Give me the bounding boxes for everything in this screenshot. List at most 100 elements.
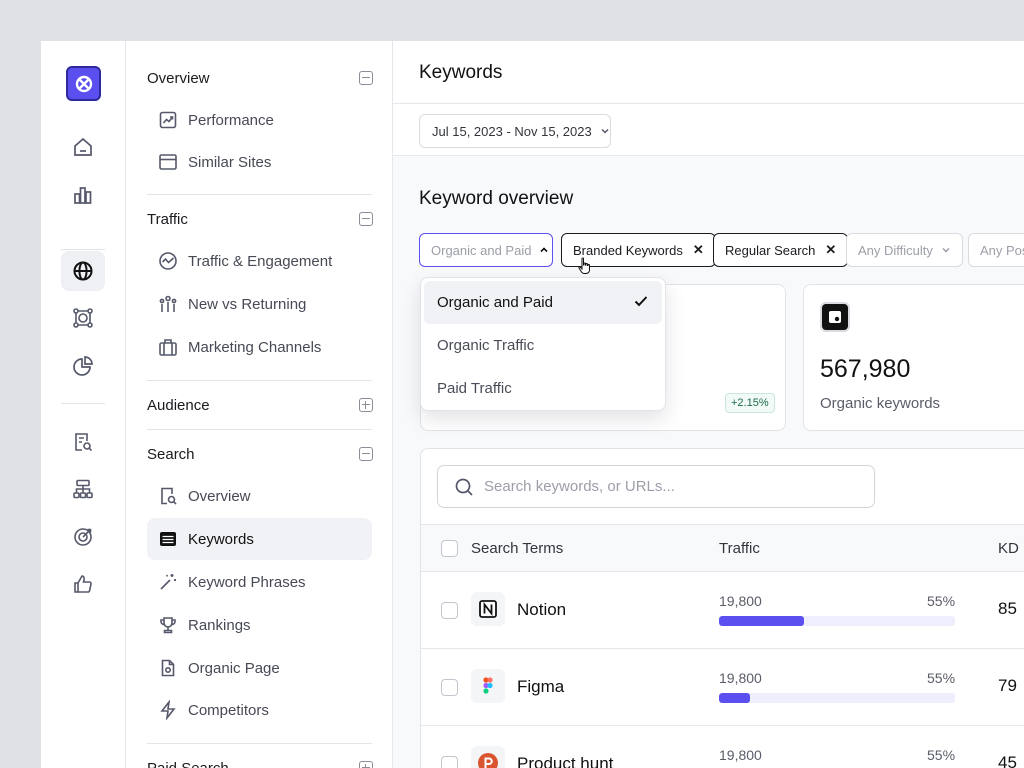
collapse-icon[interactable] xyxy=(359,447,373,461)
select-value: Any Difficulty xyxy=(858,242,933,258)
option-label: Paid Traffic xyxy=(437,380,512,397)
sidebar-item-label: Traffic & Engagement xyxy=(188,252,333,270)
section-header-search[interactable]: Search xyxy=(147,443,373,465)
trophy-icon xyxy=(158,615,178,635)
section-header-audience[interactable]: Audience xyxy=(147,394,373,416)
kd-value: 79 xyxy=(998,676,1017,695)
sidebar-item-marketing-channels[interactable]: Marketing Channels xyxy=(147,326,372,368)
report-search-icon[interactable] xyxy=(61,422,105,462)
traffic-type-dropdown: Organic and Paid Organic Traffic Paid Tr… xyxy=(420,277,666,411)
search-input[interactable]: Search keywords, or URLs... xyxy=(437,465,875,508)
sidebar-item-competitors[interactable]: Competitors xyxy=(147,689,372,731)
traffic-type-select[interactable]: Organic and Paid xyxy=(419,233,553,267)
kd-value: 85 xyxy=(998,599,1017,618)
sidebar-item-label: Marketing Channels xyxy=(188,338,322,356)
filter-chip-search-type[interactable]: Regular Search ✕ xyxy=(713,233,849,267)
brand-logo-icon[interactable] xyxy=(66,66,101,101)
keyword-name[interactable]: Notion xyxy=(517,600,566,620)
collapse-icon[interactable] xyxy=(359,71,373,85)
sidebar-item-label: Similar Sites xyxy=(188,153,272,171)
row-checkbox[interactable] xyxy=(441,756,458,768)
table-row[interactable]: Figma 19,800 55% 79 xyxy=(421,649,1024,726)
sitemap-icon[interactable] xyxy=(61,469,105,509)
traffic-bar xyxy=(719,693,955,703)
icon-rail xyxy=(41,41,126,768)
activity-icon xyxy=(158,251,178,271)
table-header: Search Terms Traffic KD xyxy=(421,524,1024,572)
expand-icon[interactable] xyxy=(359,398,373,412)
close-icon[interactable]: ✕ xyxy=(693,242,704,258)
section-title: Traffic xyxy=(147,210,188,228)
table-row[interactable]: Product hunt 19,800 55% 45 xyxy=(421,726,1024,768)
column-header-kd[interactable]: KD xyxy=(998,540,1019,557)
table-row[interactable]: Notion 19,800 55% 85 xyxy=(421,572,1024,649)
sidebar-item-label: Overview xyxy=(188,487,251,505)
search-icon xyxy=(454,477,474,497)
thumbs-up-icon[interactable] xyxy=(61,564,105,604)
sidebar-item-keywords[interactable]: Keywords xyxy=(147,518,372,560)
file-icon xyxy=(158,658,178,678)
sidebar-item-new-vs-returning[interactable]: New vs Returning xyxy=(147,283,372,325)
expand-icon[interactable] xyxy=(359,761,373,768)
column-header-traffic[interactable]: Traffic xyxy=(719,540,760,557)
sidebar-item-similar-sites[interactable]: Similar Sites xyxy=(147,141,372,183)
traffic-value: 19,800 xyxy=(719,670,762,686)
close-icon[interactable]: ✕ xyxy=(825,242,836,258)
sidebar-item-performance[interactable]: Performance xyxy=(147,99,372,141)
sidebar-item-rankings[interactable]: Rankings xyxy=(147,604,372,646)
pie-chart-icon[interactable] xyxy=(61,346,105,386)
section-title: Overview xyxy=(147,69,210,87)
users-icon xyxy=(158,294,178,314)
sidebar-item-label: New vs Returning xyxy=(188,295,307,313)
row-checkbox[interactable] xyxy=(441,679,458,696)
section-header-paid-search[interactable]: Paid Search xyxy=(147,757,373,768)
magic-wand-icon xyxy=(158,572,178,592)
change-badge: +2.15% xyxy=(725,393,775,413)
sidebar-item-label: Keywords xyxy=(188,530,254,548)
sidebar-item-traffic-engagement[interactable]: Traffic & Engagement xyxy=(147,240,372,282)
chevron-down-icon xyxy=(600,124,610,139)
select-all-checkbox[interactable] xyxy=(441,540,458,557)
bar-chart-icon[interactable] xyxy=(61,175,105,215)
page-header: Keywords xyxy=(393,41,1024,104)
rail-divider xyxy=(61,403,105,404)
sidebar-item-label: Performance xyxy=(188,111,274,129)
date-toolbar: Jul 15, 2023 - Nov 15, 2023 xyxy=(393,104,1024,156)
section-header-overview[interactable]: Overview xyxy=(147,67,373,89)
sidebar-item-label: Organic Page xyxy=(188,659,280,677)
section-divider xyxy=(147,380,372,381)
sidebar-nav: Overview Performance Similar Sites Traff… xyxy=(126,41,393,768)
target-icon[interactable] xyxy=(61,517,105,557)
rail-divider xyxy=(61,249,105,250)
trend-chart-icon xyxy=(158,110,178,130)
search-placeholder: Search keywords, or URLs... xyxy=(484,478,675,495)
browser-window-icon xyxy=(158,152,178,172)
sidebar-item-organic-page[interactable]: Organic Page xyxy=(147,647,372,689)
collapse-icon[interactable] xyxy=(359,212,373,226)
date-range-picker[interactable]: Jul 15, 2023 - Nov 15, 2023 xyxy=(419,114,611,148)
network-icon[interactable] xyxy=(61,298,105,338)
row-checkbox[interactable] xyxy=(441,602,458,619)
option-label: Organic and Paid xyxy=(437,294,553,311)
position-select[interactable]: Any Pos xyxy=(968,233,1024,267)
dropdown-option-organic-traffic[interactable]: Organic Traffic xyxy=(424,324,662,367)
chevron-up-icon xyxy=(539,243,549,258)
briefcase-icon xyxy=(158,337,178,357)
difficulty-select[interactable]: Any Difficulty xyxy=(846,233,963,267)
chevron-down-icon xyxy=(941,243,951,258)
dropdown-option-paid-traffic[interactable]: Paid Traffic xyxy=(424,367,662,410)
home-icon[interactable] xyxy=(61,127,105,167)
sidebar-item-keyword-phrases[interactable]: Keyword Phrases xyxy=(147,561,372,603)
select-value: Organic and Paid xyxy=(431,242,532,258)
keyword-name[interactable]: Product hunt xyxy=(517,754,613,768)
section-header-traffic[interactable]: Traffic xyxy=(147,208,373,230)
column-header-search-terms[interactable]: Search Terms xyxy=(471,540,563,557)
dropdown-option-organic-and-paid[interactable]: Organic and Paid xyxy=(424,281,662,324)
sidebar-item-search-overview[interactable]: Overview xyxy=(147,475,372,517)
date-range-label: Jul 15, 2023 - Nov 15, 2023 xyxy=(432,123,592,139)
notion-logo-icon xyxy=(471,592,505,626)
hand-cursor-icon xyxy=(578,257,592,280)
figma-logo-icon xyxy=(471,669,505,703)
keyword-name[interactable]: Figma xyxy=(517,677,564,697)
globe-icon[interactable] xyxy=(61,251,105,291)
